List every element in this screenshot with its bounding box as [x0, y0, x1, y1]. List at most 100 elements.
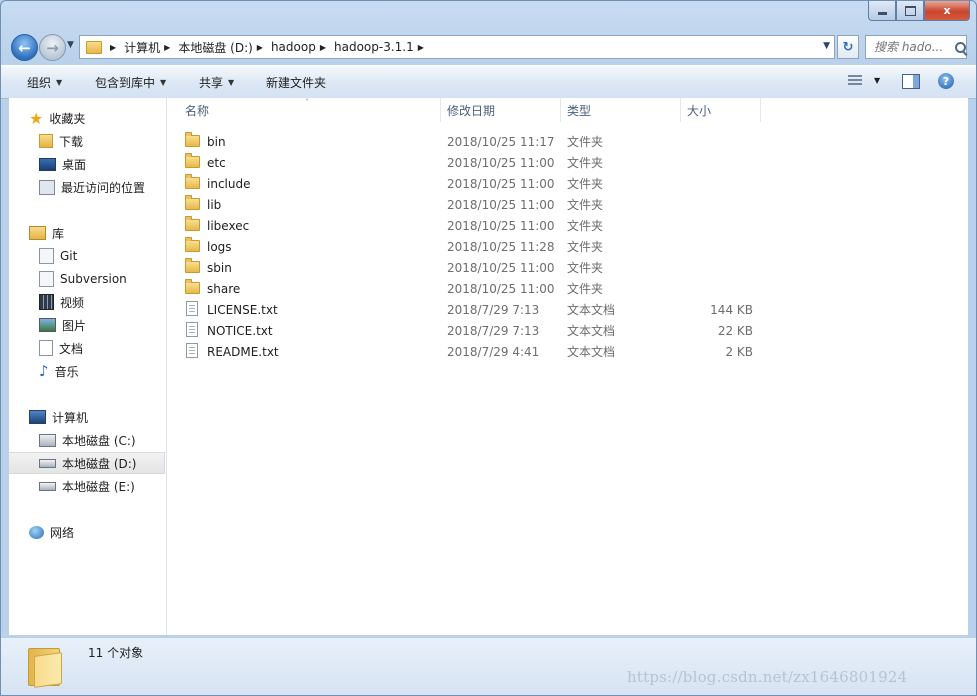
- preview-pane-icon[interactable]: [902, 74, 920, 89]
- table-row[interactable]: bin 2018/10/25 11:17 文件夹: [185, 131, 805, 152]
- library-doc-icon: [39, 271, 54, 287]
- table-row[interactable]: README.txt 2018/7/29 4:41 文本文档 2 KB: [185, 341, 805, 362]
- organize-button[interactable]: 组织 ▼: [27, 74, 62, 91]
- file-name: include: [207, 176, 251, 191]
- folder-icon: [185, 216, 200, 231]
- breadcrumb-item[interactable]: 计算机 ▶: [124, 39, 178, 56]
- file-type: 文本文档: [567, 324, 616, 338]
- chevron-right-icon[interactable]: ▶: [110, 43, 116, 52]
- file-size: 2 KB: [725, 344, 753, 359]
- breadcrumb-root[interactable]: ▶: [106, 43, 124, 52]
- file-type: 文本文档: [567, 345, 616, 359]
- folder-icon: [185, 258, 200, 273]
- nav-item-git[interactable]: Git: [39, 245, 77, 267]
- file-name: LICENSE.txt: [207, 302, 278, 317]
- video-icon: [39, 294, 54, 310]
- chevron-right-icon[interactable]: ▶: [257, 43, 263, 52]
- nav-computer[interactable]: 计算机: [29, 406, 88, 428]
- file-name: share: [207, 281, 241, 296]
- table-row[interactable]: libexec 2018/10/25 11:00 文件夹: [185, 215, 805, 236]
- view-options-icon[interactable]: [848, 75, 862, 87]
- navigation-bar: ← → ▼ ▶ 计算机 ▶ 本地磁盘 (D:) ▶ hadoop ▶ hadoop-3…: [1, 31, 976, 61]
- breadcrumb-item[interactable]: hadoop ▶: [271, 40, 334, 54]
- file-name: bin: [207, 134, 226, 149]
- refresh-button[interactable]: ↻: [837, 35, 859, 59]
- file-date: 2018/7/29 7:13: [447, 323, 540, 338]
- minimize-button[interactable]: [868, 1, 896, 21]
- nav-item-music[interactable]: ♪ 音乐: [39, 360, 79, 382]
- file-type: 文件夹: [567, 177, 604, 191]
- command-toolbar: 组织 ▼ 包含到库中 ▼ 共享 ▼ 新建文件夹 ▼ ?: [1, 65, 976, 99]
- back-arrow-icon: ←: [18, 38, 31, 57]
- column-header-size[interactable]: 大小: [681, 98, 761, 122]
- table-row[interactable]: NOTICE.txt 2018/7/29 7:13 文本文档 22 KB: [185, 320, 805, 341]
- table-row[interactable]: LICENSE.txt 2018/7/29 7:13 文本文档 144 KB: [185, 299, 805, 320]
- desktop-icon: [39, 157, 56, 171]
- forward-arrow-icon: →: [46, 38, 59, 57]
- maximize-button[interactable]: [896, 1, 924, 21]
- nav-network[interactable]: 网络: [29, 521, 74, 543]
- nav-item-documents[interactable]: 文档: [39, 337, 83, 359]
- file-type: 文件夹: [567, 198, 604, 212]
- recent-pages-dropdown[interactable]: ▼: [67, 40, 74, 50]
- file-type: 文件夹: [567, 156, 604, 170]
- picture-icon: [39, 318, 56, 332]
- search-input[interactable]: [872, 39, 954, 55]
- folder-icon: [185, 174, 200, 189]
- address-history-dropdown[interactable]: ▼: [823, 41, 830, 51]
- column-header-name[interactable]: 名称: [179, 98, 441, 122]
- nav-item-desktop[interactable]: 桌面: [39, 153, 86, 175]
- file-date: 2018/10/25 11:00: [447, 260, 555, 275]
- search-box[interactable]: [865, 35, 967, 59]
- file-type: 文件夹: [567, 135, 604, 149]
- file-list[interactable]: ˄ 名称 修改日期 类型 大小 bin 2018/10/25 11:17 文件夹 et…: [167, 98, 968, 635]
- chevron-right-icon[interactable]: ▶: [164, 43, 170, 52]
- forward-button[interactable]: →: [39, 34, 66, 61]
- nav-item-recent-places[interactable]: 最近访问的位置: [39, 176, 145, 198]
- nav-favorites[interactable]: ★ 收藏夹: [29, 107, 85, 129]
- nav-item-downloads[interactable]: 下载: [39, 130, 83, 152]
- nav-item-pictures[interactable]: 图片: [39, 314, 86, 336]
- help-icon[interactable]: ?: [938, 73, 954, 89]
- file-date: 2018/10/25 11:17: [447, 134, 555, 149]
- share-button[interactable]: 共享 ▼: [199, 74, 234, 91]
- table-row[interactable]: sbin 2018/10/25 11:00 文件夹: [185, 257, 805, 278]
- file-type: 文件夹: [567, 261, 604, 275]
- file-name: sbin: [207, 260, 232, 275]
- close-button[interactable]: x: [924, 1, 970, 21]
- nav-item-videos[interactable]: 视频: [39, 291, 84, 313]
- nav-libraries[interactable]: 库: [29, 222, 64, 244]
- nav-item-drive-d[interactable]: 本地磁盘 (D:): [9, 452, 165, 474]
- file-name: logs: [207, 239, 232, 254]
- table-row[interactable]: share 2018/10/25 11:00 文件夹: [185, 278, 805, 299]
- column-header-type[interactable]: 类型: [561, 98, 681, 122]
- system-drive-icon: [39, 433, 56, 447]
- breadcrumb-item[interactable]: hadoop-3.1.1 ▶: [334, 40, 432, 54]
- table-row[interactable]: include 2018/10/25 11:00 文件夹: [185, 173, 805, 194]
- nav-item-drive-c[interactable]: 本地磁盘 (C:): [39, 429, 136, 451]
- library-doc-icon: [39, 248, 54, 264]
- chevron-right-icon[interactable]: ▶: [418, 43, 424, 52]
- computer-icon: [29, 410, 46, 424]
- maximize-icon: [904, 5, 916, 16]
- new-folder-button[interactable]: 新建文件夹: [266, 74, 326, 91]
- table-row[interactable]: lib 2018/10/25 11:00 文件夹: [185, 194, 805, 215]
- navigation-pane[interactable]: ★ 收藏夹 下载 桌面 最近访问的位置 库 Git Subversion 视频 …: [9, 98, 167, 635]
- large-folder-icon: [28, 644, 64, 688]
- view-options-dropdown[interactable]: ▼: [874, 76, 880, 85]
- nav-item-subversion[interactable]: Subversion: [39, 268, 127, 290]
- back-button[interactable]: ←: [11, 34, 38, 61]
- file-type: 文件夹: [567, 282, 604, 296]
- column-header-date[interactable]: 修改日期: [441, 98, 561, 122]
- chevron-down-icon: ▼: [56, 78, 63, 87]
- file-date: 2018/10/25 11:00: [447, 155, 555, 170]
- table-row[interactable]: logs 2018/10/25 11:28 文件夹: [185, 236, 805, 257]
- include-in-library-button[interactable]: 包含到库中 ▼: [95, 74, 166, 91]
- chevron-right-icon[interactable]: ▶: [320, 43, 326, 52]
- breadcrumb-item[interactable]: 本地磁盘 (D:) ▶: [178, 39, 271, 56]
- table-row[interactable]: etc 2018/10/25 11:00 文件夹: [185, 152, 805, 173]
- text-file-icon: [186, 322, 198, 337]
- file-name: NOTICE.txt: [207, 323, 273, 338]
- address-bar[interactable]: ▶ 计算机 ▶ 本地磁盘 (D:) ▶ hadoop ▶ hadoop-3.1.1 ▶ …: [79, 35, 835, 59]
- nav-item-drive-e[interactable]: 本地磁盘 (E:): [39, 475, 135, 497]
